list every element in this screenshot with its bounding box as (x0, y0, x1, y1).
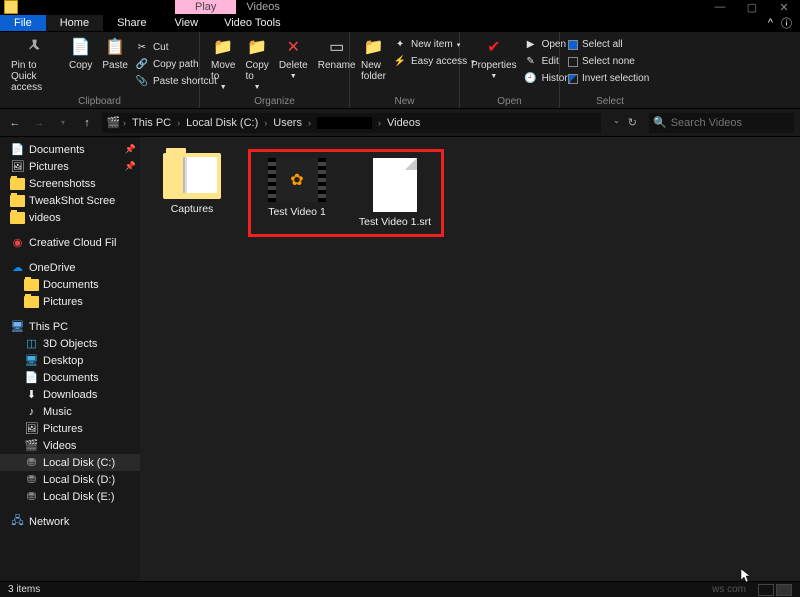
nav-item-network[interactable]: 🖧Network (0, 513, 140, 530)
ribbon: Pin to Quick access 📄Copy 📋Paste ✂Cut 🔗C… (0, 32, 800, 109)
cursor-icon (740, 568, 752, 584)
breadcrumb[interactable]: Users (269, 117, 306, 129)
item-count: 3 items (8, 584, 40, 595)
navigation-pane[interactable]: 📄Documents📌 🖼Pictures📌 Screenshotss Twea… (0, 137, 140, 581)
drive-icon: ⛃ (24, 473, 39, 486)
nav-item-creative-cloud[interactable]: ◉Creative Cloud Fil (0, 234, 140, 251)
item-label: Test Video 1.srt (359, 216, 431, 228)
pin-icon: 📌 (125, 161, 136, 172)
nav-item-drive-e[interactable]: ⛃Local Disk (E:) (0, 488, 140, 505)
icons-view-button[interactable] (776, 584, 792, 596)
drive-icon: ⛃ (24, 490, 39, 503)
folder-icon (163, 153, 221, 199)
nav-item-this-pc[interactable]: 🖥This PC (0, 318, 140, 335)
copy-to-button[interactable]: 📁Copy to▼ (240, 34, 273, 94)
pc-icon: 🖥 (10, 320, 25, 333)
help-icon[interactable]: ⓘ (781, 15, 792, 31)
nav-item-od-documents[interactable]: Documents (0, 276, 140, 293)
maximize-button[interactable]: ▢ (736, 1, 768, 14)
search-icon: 🔍 (653, 116, 667, 129)
file-tab[interactable]: File (0, 15, 46, 31)
item-label: Test Video 1 (268, 206, 326, 218)
nav-item-desktop[interactable]: 🖥Desktop (0, 352, 140, 369)
details-view-button[interactable] (758, 584, 774, 596)
invert-selection-button[interactable]: Invert selection (566, 72, 654, 85)
nav-item-drive-d[interactable]: ⛃Local Disk (D:) (0, 471, 140, 488)
title-bar: Play Videos — ▢ ✕ (0, 0, 800, 14)
ribbon-expand-icon[interactable]: ^ (768, 17, 773, 29)
select-none-button[interactable]: Select none (566, 55, 654, 68)
nav-item-videos-qa[interactable]: videos (0, 209, 140, 226)
context-tab-play: Play (175, 0, 236, 14)
nav-item-documents[interactable]: 📄Documents (0, 369, 140, 386)
share-tab[interactable]: Share (103, 15, 160, 31)
minimize-button[interactable]: — (704, 1, 736, 14)
status-bar: 3 items ws com (0, 581, 800, 597)
location-icon: 🎬 (106, 116, 121, 129)
watermark-text: ws com (712, 584, 746, 596)
app-icon (4, 0, 18, 14)
item-label: Captures (171, 203, 214, 215)
nav-item-music[interactable]: ♪Music (0, 403, 140, 420)
new-folder-button[interactable]: 📁New folder (356, 34, 391, 94)
nav-item-drive-c[interactable]: ⛃Local Disk (C:) (0, 454, 140, 471)
menu-bar: File Home Share View Video Tools ^ ⓘ (0, 14, 800, 32)
breadcrumb[interactable]: Videos (383, 117, 424, 129)
content-pane[interactable]: Captures ✿ Test Video 1 Test Video 1.srt (140, 137, 800, 581)
pin-icon: 📌 (125, 144, 136, 155)
nav-item-pictures[interactable]: 🖼Pictures (0, 420, 140, 437)
home-tab[interactable]: Home (46, 15, 103, 31)
breadcrumb[interactable]: Local Disk (C:) (182, 117, 262, 129)
search-input[interactable] (671, 117, 790, 129)
nav-item-documents[interactable]: 📄Documents📌 (0, 141, 140, 158)
recent-locations-button[interactable]: ▾ (54, 118, 72, 127)
network-icon: 🖧 (10, 515, 25, 528)
view-tab[interactable]: View (160, 15, 212, 31)
nav-item-screenshots[interactable]: Screenshotss (0, 175, 140, 192)
breadcrumb[interactable]: This PC (128, 117, 175, 129)
file-item-srt[interactable]: Test Video 1.srt (353, 158, 437, 228)
new-group-label: New (350, 96, 459, 107)
drive-icon: ⛃ (24, 456, 39, 469)
file-icon (373, 158, 417, 212)
nav-item-onedrive[interactable]: ☁OneDrive (0, 259, 140, 276)
nav-item-pictures[interactable]: 🖼Pictures📌 (0, 158, 140, 175)
video-item-test-video[interactable]: ✿ Test Video 1 (255, 158, 339, 228)
dropdown-icon[interactable]: ⌄ (613, 116, 620, 129)
nav-item-downloads[interactable]: ⬇Downloads (0, 386, 140, 403)
nav-item-3d-objects[interactable]: ◫3D Objects (0, 335, 140, 352)
select-group-label: Select (560, 96, 660, 107)
up-button[interactable]: ↑ (78, 117, 96, 129)
video-thumbnail: ✿ (268, 158, 326, 202)
select-all-button[interactable]: Select all (566, 38, 654, 51)
organize-group-label: Organize (200, 96, 349, 107)
back-button[interactable]: ← (6, 117, 24, 129)
properties-button[interactable]: ✔Properties▼ (466, 34, 522, 94)
search-box[interactable]: 🔍 (649, 113, 794, 133)
nav-item-videos[interactable]: 🎬Videos (0, 437, 140, 454)
nav-item-od-pictures[interactable]: Pictures (0, 293, 140, 310)
video-tools-tab[interactable]: Video Tools (212, 15, 292, 31)
window-title: Videos (236, 1, 289, 13)
forward-button[interactable]: → (30, 117, 48, 129)
close-button[interactable]: ✕ (768, 1, 800, 14)
refresh-button[interactable]: ↻ (628, 116, 637, 129)
nav-item-tweakshot[interactable]: TweakShot Scree (0, 192, 140, 209)
folder-item-captures[interactable]: Captures (150, 149, 234, 215)
paste-button[interactable]: 📋Paste (97, 34, 133, 94)
navigation-bar: ← → ▾ ↑ 🎬 › This PC› Local Disk (C:)› Us… (0, 109, 800, 137)
breadcrumb-redacted[interactable] (313, 117, 376, 129)
onedrive-icon: ☁ (10, 261, 25, 274)
pin-quick-access-button[interactable]: Pin to Quick access (6, 34, 64, 94)
open-group-label: Open (460, 96, 559, 107)
clipboard-group-label: Clipboard (0, 96, 199, 107)
address-bar[interactable]: 🎬 › This PC› Local Disk (C:)› Users› › V… (102, 113, 601, 133)
move-to-button[interactable]: 📁Move to▼ (206, 34, 240, 94)
copy-button[interactable]: 📄Copy (64, 34, 97, 94)
highlight-annotation: ✿ Test Video 1 Test Video 1.srt (248, 149, 444, 237)
delete-button[interactable]: ✕Delete▼ (274, 34, 313, 94)
